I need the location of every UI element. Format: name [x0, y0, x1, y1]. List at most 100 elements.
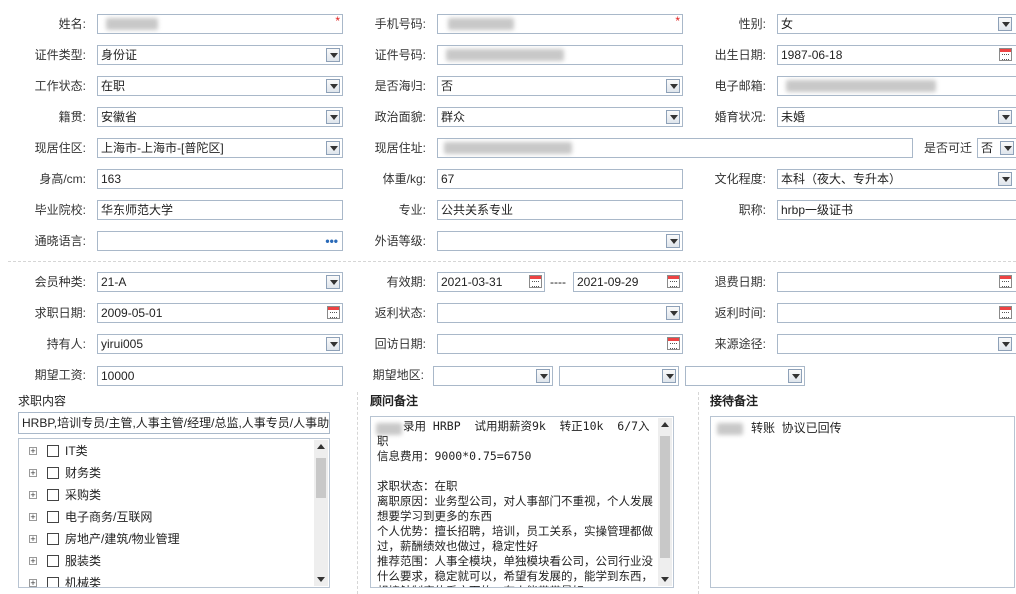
calendar-icon[interactable]: [999, 48, 1012, 61]
checkbox[interactable]: [47, 555, 59, 567]
political-select[interactable]: 群众: [437, 107, 683, 127]
relocate-select[interactable]: 否: [977, 138, 1016, 158]
apply-field[interactable]: 2009-05-01: [97, 303, 343, 323]
chevron-down-icon[interactable]: [326, 79, 340, 93]
phone-label: 手机号码:: [374, 17, 426, 31]
source-select[interactable]: [777, 334, 1016, 354]
expand-icon[interactable]: +: [29, 491, 37, 500]
scrollbar[interactable]: [314, 440, 328, 586]
major-field[interactable]: 公共关系专业: [437, 200, 683, 220]
chevron-down-icon[interactable]: [536, 369, 550, 383]
address-field[interactable]: [437, 138, 913, 158]
holder-value: yirui005: [101, 337, 144, 351]
chevron-down-icon[interactable]: [998, 337, 1012, 351]
checkbox[interactable]: [47, 489, 59, 501]
chevron-down-icon[interactable]: [998, 172, 1012, 186]
lang-field[interactable]: •••: [97, 231, 343, 251]
chevron-down-icon[interactable]: [666, 306, 680, 320]
chevron-down-icon[interactable]: [666, 234, 680, 248]
fl-select[interactable]: [437, 231, 683, 251]
birth-field[interactable]: 1987-06-18: [777, 45, 1016, 65]
chevron-down-icon[interactable]: [998, 110, 1012, 124]
salary-field[interactable]: 10000: [97, 366, 343, 386]
valid-to-field[interactable]: 2021-09-29: [573, 272, 683, 292]
checkbox[interactable]: [47, 467, 59, 479]
scroll-up-icon[interactable]: [317, 444, 325, 449]
idno-field[interactable]: [437, 45, 683, 65]
advisor-notes[interactable]: 录用 HRBP 试用期薪资9k 转正10k 6/7入职 信息费用：9000*0.…: [370, 416, 674, 588]
expand-icon[interactable]: +: [29, 535, 37, 544]
chevron-down-icon[interactable]: [788, 369, 802, 383]
member-type-select[interactable]: 21-A: [97, 272, 343, 292]
calendar-icon[interactable]: [327, 306, 340, 319]
overseas-value: 否: [441, 79, 454, 93]
email-redacted: [786, 80, 936, 92]
calendar-icon[interactable]: [667, 275, 680, 288]
edu-select[interactable]: 本科（夜大、专升本）: [777, 169, 1016, 189]
chevron-down-icon[interactable]: [326, 110, 340, 124]
area-city-select[interactable]: [559, 366, 679, 386]
chevron-down-icon[interactable]: [326, 337, 340, 351]
chevron-down-icon[interactable]: [326, 48, 340, 62]
rebate-state-select[interactable]: [437, 303, 683, 323]
name-field[interactable]: *: [97, 14, 343, 34]
weight-label: 体重/kg:: [382, 172, 426, 186]
job-selected-field[interactable]: HRBP,培训专员/主管,人事主管/经理/总监,人事专员/人事助: [18, 412, 330, 434]
holder-select[interactable]: yirui005: [97, 334, 343, 354]
phone-field[interactable]: *: [437, 14, 683, 34]
apply-value: 2009-05-01: [101, 306, 163, 320]
expand-icon[interactable]: +: [29, 513, 37, 522]
expand-icon[interactable]: +: [29, 469, 37, 478]
calendar-icon[interactable]: [529, 275, 542, 288]
chevron-down-icon[interactable]: [998, 17, 1012, 31]
work-select[interactable]: 在职: [97, 76, 343, 96]
area-province-select[interactable]: [433, 366, 553, 386]
weight-field[interactable]: 67: [437, 169, 683, 189]
checkbox[interactable]: [47, 533, 59, 545]
scrollbar[interactable]: [658, 418, 672, 586]
height-field[interactable]: 163: [97, 169, 343, 189]
idtype-select[interactable]: 身份证: [97, 45, 343, 65]
chevron-down-icon[interactable]: [666, 79, 680, 93]
region-select[interactable]: 上海市-上海市-[普陀区]: [97, 138, 343, 158]
expand-icon[interactable]: +: [29, 557, 37, 566]
chevron-down-icon[interactable]: [326, 141, 340, 155]
valid-from-field[interactable]: 2021-03-31: [437, 272, 545, 292]
scroll-down-icon[interactable]: [661, 577, 669, 582]
overseas-select[interactable]: 否: [437, 76, 683, 96]
chevron-down-icon[interactable]: [326, 275, 340, 289]
rebate-time-field[interactable]: [777, 303, 1016, 323]
source-label: 来源途径:: [714, 337, 766, 351]
marital-select[interactable]: 未婚: [777, 107, 1016, 127]
checkbox[interactable]: [47, 511, 59, 523]
chevron-down-icon[interactable]: [1000, 141, 1014, 155]
calendar-icon[interactable]: [999, 306, 1012, 319]
title-field[interactable]: hrbp一级证书: [777, 200, 1016, 220]
native-select[interactable]: 安徽省: [97, 107, 343, 127]
reception-notes[interactable]: 转账 协议已回传: [710, 416, 1015, 588]
email-field[interactable]: [777, 76, 1016, 96]
checkbox[interactable]: [47, 445, 59, 457]
refund-label: 退费日期:: [714, 275, 766, 289]
chevron-down-icon[interactable]: [662, 369, 676, 383]
visit-field[interactable]: [437, 334, 683, 354]
expand-icon[interactable]: +: [29, 579, 37, 587]
more-icon[interactable]: •••: [325, 235, 338, 247]
scroll-up-icon[interactable]: [661, 422, 669, 427]
chevron-down-icon[interactable]: [666, 110, 680, 124]
native-value: 安徽省: [101, 110, 138, 124]
expand-icon[interactable]: +: [29, 447, 37, 456]
calendar-icon[interactable]: [999, 275, 1012, 288]
title-value: hrbp一级证书: [781, 203, 854, 217]
gender-select[interactable]: 女: [777, 14, 1016, 34]
school-field[interactable]: 华东师范大学: [97, 200, 343, 220]
scroll-thumb[interactable]: [660, 436, 670, 558]
area-district-select[interactable]: [685, 366, 805, 386]
scroll-down-icon[interactable]: [317, 577, 325, 582]
job-tree[interactable]: + IT类 + 财务类 + 采购类 + 电子商务/互联网 + 房地产/建筑/物业…: [18, 438, 330, 588]
refund-field[interactable]: [777, 272, 1016, 292]
scroll-thumb[interactable]: [316, 458, 326, 498]
relocate-value: 否: [981, 141, 994, 155]
calendar-icon[interactable]: [667, 337, 680, 350]
checkbox[interactable]: [47, 577, 59, 587]
